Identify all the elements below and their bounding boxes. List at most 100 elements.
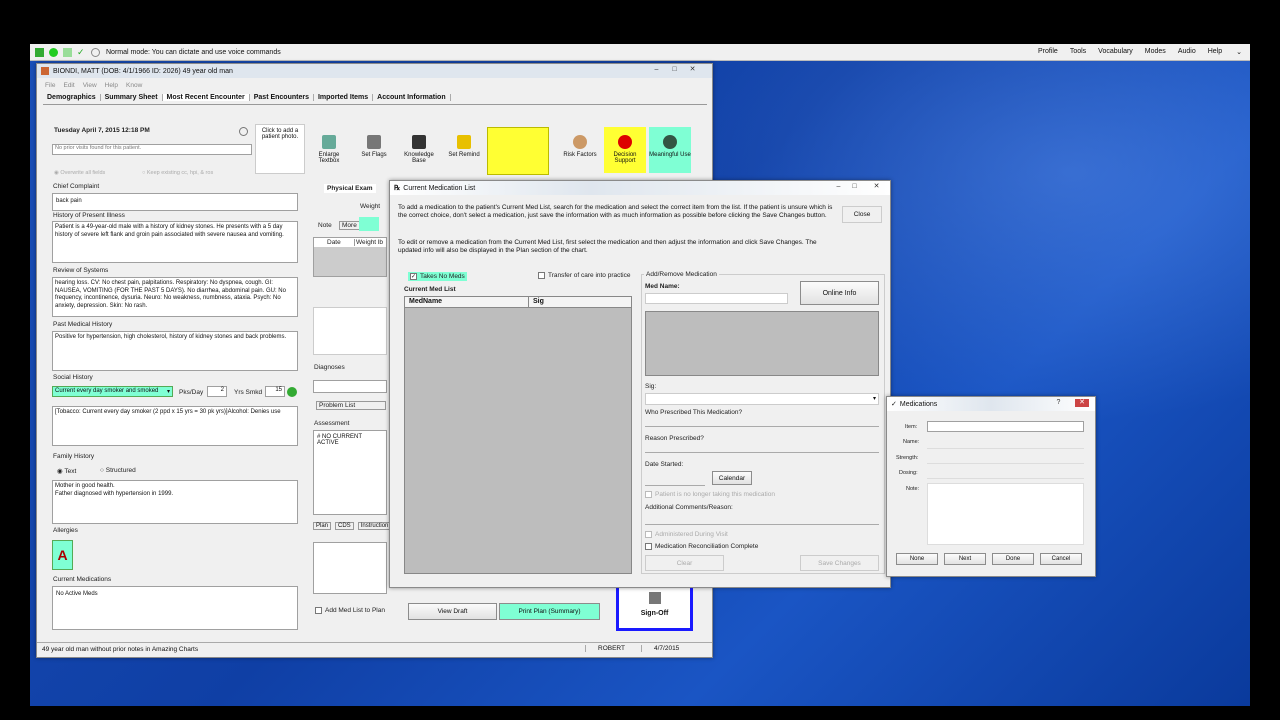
check-icon[interactable]: ✓ (77, 47, 86, 57)
next-button[interactable]: Next (944, 553, 986, 565)
med-list-table[interactable]: MedName Sig (404, 296, 632, 574)
tab-most-recent-encounter[interactable]: Most Recent Encounter (162, 94, 250, 101)
close-button[interactable]: Close (842, 206, 882, 223)
tab-instruction[interactable]: Instruction (357, 522, 392, 530)
add-med-checkbox-box[interactable] (315, 607, 322, 614)
keep-radio[interactable]: ○ Keep existing cc, hpi, & ros (142, 170, 213, 176)
reconciliation-checkbox[interactable]: Medication Reconciliation Complete (645, 543, 758, 550)
allergy-icon[interactable]: A (52, 540, 73, 570)
transfer-of-care-checkbox[interactable]: Transfer of care into practice (538, 272, 631, 279)
tab-imported-items[interactable]: Imported Items (314, 94, 374, 101)
yrs-input[interactable]: 15 (265, 386, 285, 397)
note-input[interactable] (927, 483, 1084, 545)
close-icon[interactable]: ✕ (1075, 399, 1089, 407)
menu-file[interactable]: File (45, 82, 55, 89)
fh-text-radio[interactable]: ◉ Text (57, 467, 76, 475)
save-changes-button[interactable]: Save Changes (800, 555, 879, 571)
more-button[interactable]: More (339, 221, 360, 230)
clock-icon[interactable] (239, 127, 248, 136)
tab-demographics[interactable]: Demographics (43, 94, 101, 101)
tab-physical-exam[interactable]: Physical Exam (324, 184, 376, 193)
pmh-field[interactable]: Positive for hypertension, high choleste… (52, 331, 298, 371)
tab-cds[interactable]: CDS (335, 522, 354, 530)
yellow-alert-panel[interactable] (487, 127, 549, 175)
close-icon[interactable]: ✕ (688, 66, 697, 74)
none-button[interactable]: None (896, 553, 938, 565)
clear-button[interactable]: Clear (645, 555, 724, 571)
menu-edit[interactable]: Edit (63, 82, 74, 89)
assessment-field[interactable]: # NO CURRENT ACTIVE (313, 430, 387, 515)
done-button[interactable]: Done (992, 553, 1034, 565)
calculate-icon[interactable] (287, 387, 297, 397)
comments-input[interactable] (645, 524, 879, 525)
tab-plan[interactable]: Plan (313, 522, 332, 530)
patient-photo[interactable]: Click to add a patient photo. (255, 124, 305, 174)
chief-complaint-field[interactable]: back pain (52, 193, 298, 211)
menu-help[interactable]: Help (105, 82, 118, 89)
menu-view[interactable]: View (83, 82, 97, 89)
problem-list-select[interactable]: Problem List (316, 401, 386, 410)
knowledge-base-button[interactable]: Knowledge Base (398, 127, 440, 173)
menu-vocabulary[interactable]: Vocabulary (1098, 48, 1133, 56)
med-search-results[interactable] (645, 311, 879, 376)
prior-visits-select[interactable]: No prior visits found for this patient. (52, 144, 252, 155)
microphone-icon[interactable] (49, 47, 58, 57)
online-info-button[interactable]: Online Info (800, 281, 879, 305)
menu-tools[interactable]: Tools (1070, 48, 1086, 56)
decision-support-button[interactable]: Decision Support (604, 127, 646, 173)
family-history-field[interactable]: Mother in good health. Father diagnosed … (52, 480, 298, 524)
mode-icon[interactable] (91, 47, 100, 57)
menu-profile[interactable]: Profile (1038, 48, 1058, 56)
minimize-icon[interactable]: – (834, 183, 843, 191)
menu-modes[interactable]: Modes (1145, 48, 1166, 56)
smoker-status-select[interactable]: Current every day smoker and smoked ▾ (52, 386, 173, 397)
sign-off-button[interactable]: Sign-Off (616, 585, 693, 631)
print-plan-button[interactable]: Print Plan (Summary) (499, 603, 600, 620)
diagnoses-search[interactable] (313, 380, 387, 393)
who-prescribed-input[interactable] (645, 426, 879, 427)
med-name-input[interactable] (645, 293, 788, 304)
no-longer-taking-checkbox[interactable]: Patient is no longer taking this medicat… (645, 491, 775, 498)
vitals-highlight[interactable] (359, 217, 379, 231)
tab-summary-sheet[interactable]: Summary Sheet (101, 94, 163, 101)
maximize-icon[interactable]: □ (850, 183, 859, 191)
transfer-check[interactable] (538, 272, 545, 279)
enlarge-textbox-button[interactable]: Enlarge Textbox (308, 127, 350, 173)
menu-audio[interactable]: Audio (1178, 48, 1196, 56)
chevron-down-icon[interactable]: ⌄ (1236, 48, 1242, 56)
close-icon[interactable]: ✕ (872, 183, 881, 191)
fh-structured-radio[interactable]: ○ Structured (100, 467, 136, 474)
date-started-input[interactable] (645, 485, 705, 486)
overwrite-radio[interactable]: ◉ Overwrite all fields (54, 170, 105, 176)
calendar-button[interactable]: Calendar (712, 471, 752, 485)
takes-no-meds-checkbox[interactable]: ✓ Takes No Meds (408, 272, 467, 282)
menu-know[interactable]: Know (126, 82, 142, 89)
cancel-button[interactable]: Cancel (1040, 553, 1082, 565)
administered-checkbox[interactable]: Administered During Visit (645, 531, 728, 538)
tab-past-encounters[interactable]: Past Encounters (250, 94, 314, 101)
reconciliation-check[interactable] (645, 543, 652, 550)
maximize-icon[interactable]: □ (670, 66, 679, 74)
set-flags-button[interactable]: Set Flags (353, 127, 395, 173)
ros-field[interactable]: hearing loss. CV: No chest pain, palpita… (52, 277, 298, 317)
add-med-list-checkbox[interactable]: Add Med List to Plan (315, 607, 385, 614)
no-longer-check[interactable] (645, 491, 652, 498)
administered-check[interactable] (645, 531, 652, 538)
tab-account-information[interactable]: Account Information (373, 94, 451, 101)
exam-notes[interactable] (313, 307, 387, 355)
plan-field[interactable] (313, 542, 387, 594)
meaningful-use-button[interactable]: Meaningful Use (649, 127, 691, 173)
sig-select[interactable]: ▾ (645, 393, 879, 405)
social-history-field[interactable]: [Tobacco: Current every day smoker (2 pp… (52, 406, 298, 446)
current-meds-field[interactable]: No Active Meds (52, 586, 298, 630)
item-input[interactable] (927, 421, 1084, 432)
view-draft-button[interactable]: View Draft (408, 603, 497, 620)
col-medname[interactable]: MedName (409, 298, 442, 305)
risk-factors-button[interactable]: Risk Factors (559, 127, 601, 173)
reason-input[interactable] (645, 452, 879, 453)
note-tab[interactable]: Note (318, 222, 332, 229)
dragon-icon[interactable] (35, 47, 44, 57)
pks-input[interactable]: 2 (207, 386, 227, 397)
col-sig[interactable]: Sig (528, 297, 544, 307)
set-remind-button[interactable]: Set Remind (443, 127, 485, 173)
